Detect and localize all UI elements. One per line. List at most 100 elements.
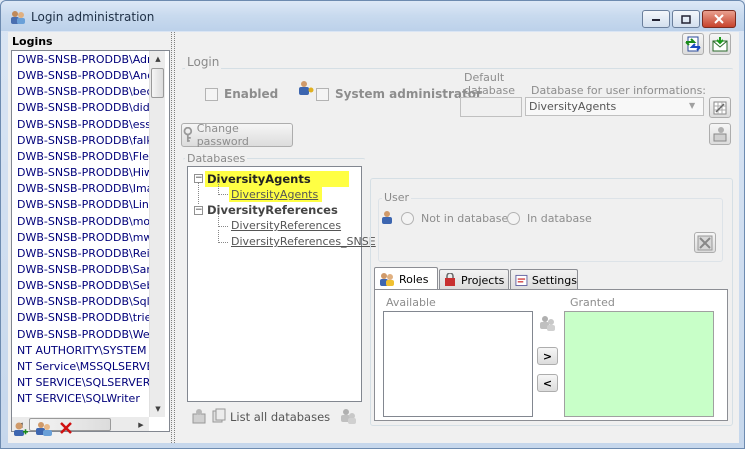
grant-role-button[interactable]: >: [537, 347, 558, 365]
granted-roles-list[interactable]: [564, 311, 714, 417]
title-bar[interactable]: Login administration: [1, 1, 744, 31]
scroll-right-icon[interactable]: ▶: [133, 417, 149, 431]
tree-connector: [218, 182, 228, 195]
logins-list[interactable]: DWB-SNSB-PRODDB\Admi DWB-SNSB-PRODDB\Andr…: [11, 50, 170, 432]
login-list-item[interactable]: DWB-SNSB-PRODDB\SqlS: [17, 294, 150, 310]
userinfo-database-select[interactable]: DiversityAgents ▼: [525, 97, 704, 116]
settings-icon: [515, 274, 528, 286]
vertical-scroll-thumb[interactable]: [151, 68, 164, 98]
logins-vertical-scrollbar[interactable]: ▲ ▼: [149, 51, 165, 417]
in-database-label: In database: [527, 212, 592, 225]
tree-database-item[interactable]: DiversityReferences: [231, 219, 341, 232]
minimize-icon: [652, 19, 660, 21]
databases-tree[interactable]: − DiversityAgents DiversityAgents − Diversit…: [187, 166, 376, 402]
change-password-button[interactable]: Change password: [181, 122, 293, 148]
panel-splitter[interactable]: [171, 32, 175, 443]
user-database-icon: [713, 127, 727, 142]
login-list-item[interactable]: DWB-SNSB-PRODDB\didi: [17, 100, 150, 116]
transfer-button[interactable]: [682, 33, 704, 55]
login-administration-window: Login administration Logins DWB-SNSB-PRO…: [0, 0, 745, 449]
maximize-button[interactable]: [672, 10, 700, 28]
remove-user-button[interactable]: [694, 232, 716, 253]
user-database-button[interactable]: [709, 123, 731, 145]
scroll-up-icon[interactable]: ▲: [150, 51, 166, 67]
add-login-icon[interactable]: [12, 421, 28, 437]
users-icon: [11, 11, 25, 24]
enabled-label: Enabled: [224, 87, 279, 101]
revoke-role-button[interactable]: <: [537, 374, 558, 392]
login-list-item[interactable]: DWB-SNSB-PRODDB\Fleis: [17, 149, 150, 165]
close-window-button[interactable]: [702, 10, 736, 28]
in-database-radio[interactable]: [507, 212, 520, 225]
userinfo-database-label: Database for user informations:: [531, 84, 707, 97]
database-permissions-icon[interactable]: [339, 407, 357, 425]
configure-database-button[interactable]: [709, 97, 731, 118]
login-list-item[interactable]: DWB-SNSB-PRODDB\Sebe: [17, 278, 150, 294]
user-group-title: User: [382, 191, 412, 204]
window-title: Login administration: [31, 10, 155, 24]
projects-icon: [445, 273, 455, 286]
default-database-input[interactable]: [460, 97, 522, 117]
user-group: [378, 198, 723, 262]
logins-horizontal-scrollbar[interactable]: ◀ ▶: [12, 417, 149, 431]
chevron-down-icon: ▼: [689, 101, 696, 110]
delete-login-icon[interactable]: [59, 421, 73, 435]
create-role-button[interactable]: [536, 312, 558, 334]
logins-label: Logins: [12, 35, 53, 48]
role-group-icon: [540, 316, 555, 331]
not-in-database-radio[interactable]: [401, 212, 414, 225]
login-list-item[interactable]: NT Service\MSSQLSERVER: [17, 359, 150, 375]
roles-icon: [380, 273, 394, 286]
login-list-item[interactable]: DWB-SNSB-PRODDB\Imag: [17, 181, 150, 197]
default-database-label: Default database: [464, 71, 515, 97]
tree-collapse-icon[interactable]: −: [194, 206, 203, 215]
list-all-databases-link[interactable]: List all databases: [230, 410, 330, 424]
scroll-down-icon[interactable]: ▼: [150, 401, 166, 417]
login-list-item[interactable]: DWB-SNSB-PRODDB\falke: [17, 133, 150, 149]
grid-settings-icon: [713, 101, 727, 114]
change-password-label: Change password: [196, 122, 249, 148]
close-icon: [714, 14, 724, 24]
login-list-item[interactable]: DWB-SNSB-PRODDB\beck: [17, 84, 150, 100]
tab-projects[interactable]: Projects: [439, 269, 509, 290]
key-icon: [183, 127, 193, 142]
login-list-item[interactable]: DWB-SNSB-PRODDB\triebe: [17, 310, 150, 326]
maximize-icon: [681, 14, 691, 24]
login-group-title: Login: [185, 55, 222, 69]
user-icon: [382, 211, 392, 224]
tab-roles[interactable]: Roles: [374, 267, 438, 290]
transfer-arrows-icon: [685, 36, 701, 52]
login-list-item[interactable]: DWB-SNSB-PRODDB\Andr: [17, 68, 150, 84]
login-list-item[interactable]: DWB-SNSB-PRODDB\mont: [17, 214, 150, 230]
login-list-item[interactable]: DWB-SNSB-PRODDB\Reic: [17, 246, 150, 262]
minimize-button[interactable]: [642, 10, 670, 28]
send-mail-button[interactable]: [709, 33, 731, 55]
granted-roles-label: Granted: [570, 296, 615, 309]
available-roles-list[interactable]: [383, 311, 533, 417]
available-roles-label: Available: [386, 296, 436, 309]
database-users-icon[interactable]: [191, 408, 207, 424]
sysadmin-icon: [299, 81, 314, 95]
login-list-item[interactable]: DWB-SNSB-PRODDB\Hiwi: [17, 165, 150, 181]
login-list-item[interactable]: DWB-SNSB-PRODDB\Admi: [17, 52, 150, 68]
login-list-item[interactable]: DWB-SNSB-PRODDB\Link: [17, 197, 150, 213]
tree-database-item[interactable]: DiversityReferences_SNSE: [231, 235, 376, 248]
sysadmin-checkbox[interactable]: [316, 88, 329, 101]
copy-login-icon[interactable]: [35, 420, 53, 437]
login-list-item[interactable]: DWB-SNSB-PRODDB\Sanz: [17, 262, 150, 278]
login-list-item[interactable]: NT SERVICE\SQLWriter: [17, 391, 150, 407]
login-list-item[interactable]: DWB-SNSB-PRODDB\mwe: [17, 230, 150, 246]
mail-icon: [712, 37, 728, 52]
enabled-checkbox[interactable]: [205, 88, 218, 101]
tree-connector: [218, 214, 228, 227]
login-list-item[interactable]: NT AUTHORITY\SYSTEM: [17, 343, 150, 359]
tab-settings[interactable]: Settings: [510, 269, 578, 290]
login-list-item[interactable]: DWB-SNSB-PRODDB\esse: [17, 117, 150, 133]
userinfo-database-value: DiversityAgents: [529, 100, 617, 113]
databases-group-title: Databases: [185, 152, 248, 165]
remove-user-icon: [697, 235, 713, 250]
login-list-item[interactable]: NT SERVICE\SQLSERVERA: [17, 375, 150, 391]
tree-database-item[interactable]: DiversityAgents: [229, 187, 323, 202]
login-list-item[interactable]: DWB-SNSB-PRODDB\Weib: [17, 327, 150, 343]
tree-connector: [198, 182, 199, 204]
